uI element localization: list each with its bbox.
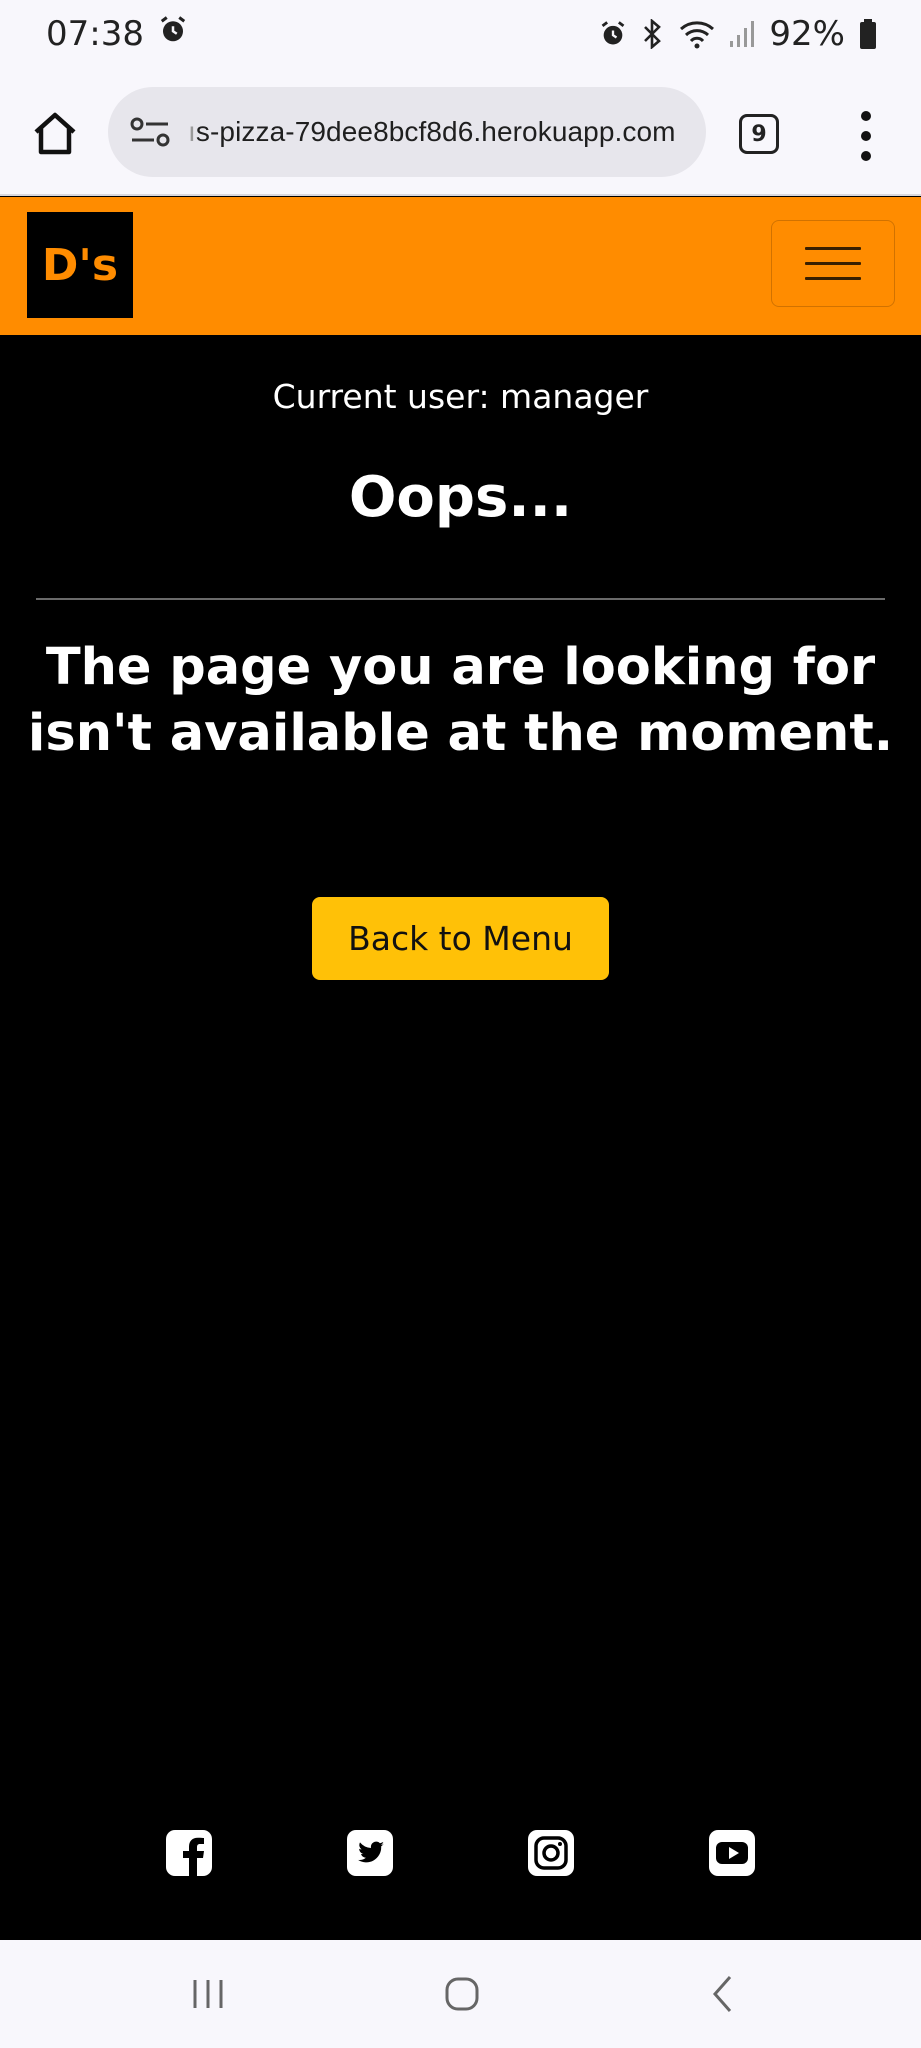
site-logo[interactable]: D's — [27, 212, 133, 318]
back-to-menu-button[interactable]: Back to Menu — [312, 897, 609, 980]
current-user-text: Current user: manager — [272, 377, 649, 416]
instagram-icon[interactable] — [526, 1828, 576, 1878]
site-navbar: D's — [0, 197, 921, 335]
battery-icon — [859, 19, 877, 49]
wifi-icon — [679, 19, 715, 49]
back-arrow-icon[interactable] — [703, 1974, 743, 2018]
facebook-icon[interactable] — [164, 1828, 214, 1878]
hamburger-line — [805, 277, 861, 280]
home-icon[interactable] — [30, 108, 80, 158]
logo-text: D's — [41, 239, 119, 291]
bluetooth-icon — [641, 19, 665, 49]
page-title: Oops... — [348, 465, 573, 530]
error-message: The page you are looking for isn't avail… — [27, 638, 894, 763]
battery-percent: 92% — [769, 14, 845, 54]
hamburger-line — [805, 262, 861, 265]
tab-count: 9 — [751, 121, 767, 147]
home-circle-icon[interactable] — [442, 1974, 482, 2018]
navbar-toggle-button[interactable] — [771, 220, 895, 307]
address-bar[interactable]: ıs-pizza-79dee8bcf8d6.herokuapp.com — [108, 87, 706, 177]
hamburger-icon — [805, 247, 861, 250]
alarm-icon — [599, 20, 627, 48]
youtube-icon[interactable] — [707, 1828, 757, 1878]
tab-switcher-button[interactable]: 9 — [739, 114, 779, 154]
more-options-icon[interactable] — [854, 108, 878, 164]
url-domain: s-pizza-79dee8bcf8d6.herokuapp.com — [195, 116, 676, 147]
status-bar: 07:38 92% — [0, 0, 921, 68]
alarm-icon — [158, 14, 188, 54]
url-faded-prefix: ı — [188, 116, 196, 147]
divider — [36, 598, 885, 600]
status-time: 07:38 — [46, 14, 144, 54]
url-text: ıs-pizza-79dee8bcf8d6.herokuapp.com — [188, 116, 700, 148]
twitter-icon[interactable] — [345, 1828, 395, 1878]
recent-apps-icon[interactable] — [188, 1974, 228, 2018]
signal-icon — [729, 19, 755, 49]
browser-toolbar: ıs-pizza-79dee8bcf8d6.herokuapp.com 9 — [0, 68, 921, 196]
site-settings-icon[interactable] — [128, 112, 174, 152]
social-links — [0, 1828, 921, 1884]
system-navigation-bar — [0, 1940, 921, 2048]
